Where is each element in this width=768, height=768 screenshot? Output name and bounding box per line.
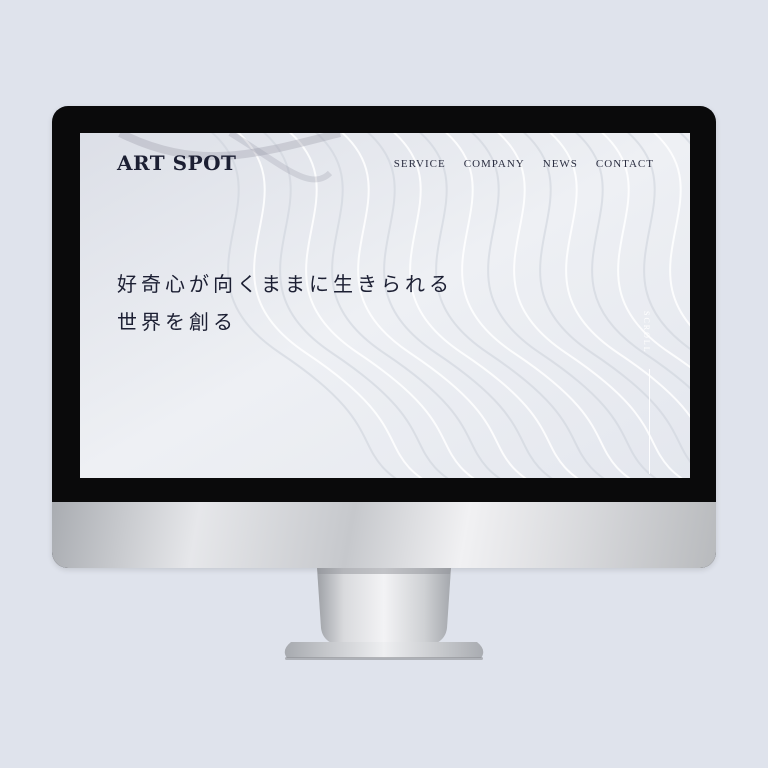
- website-screen: ART SPOT SERVICE COMPANY NEWS CONTACT 好奇…: [80, 133, 690, 478]
- hero-line-1: 好奇心が向くままに生きられる: [117, 272, 453, 296]
- nav-service[interactable]: SERVICE: [394, 158, 446, 170]
- hero-line-2: 世界を創る: [117, 310, 237, 334]
- monitor: ART SPOT SERVICE COMPANY NEWS CONTACT 好奇…: [52, 106, 716, 568]
- site-nav: SERVICE COMPANY NEWS CONTACT: [394, 158, 654, 170]
- nav-company[interactable]: COMPANY: [464, 158, 525, 170]
- scroll-indicator[interactable]: SCROLL: [642, 311, 656, 474]
- nav-contact[interactable]: CONTACT: [596, 158, 654, 170]
- monitor-foot: [284, 642, 484, 660]
- scroll-line: [649, 369, 650, 474]
- monitor-chin: [52, 502, 716, 568]
- nav-news[interactable]: NEWS: [543, 158, 578, 170]
- site-logo[interactable]: ART SPOT: [117, 151, 236, 175]
- scroll-label: SCROLL: [642, 311, 651, 354]
- hero-copy: 好奇心が向くままに生きられる 世界を創る: [117, 265, 453, 341]
